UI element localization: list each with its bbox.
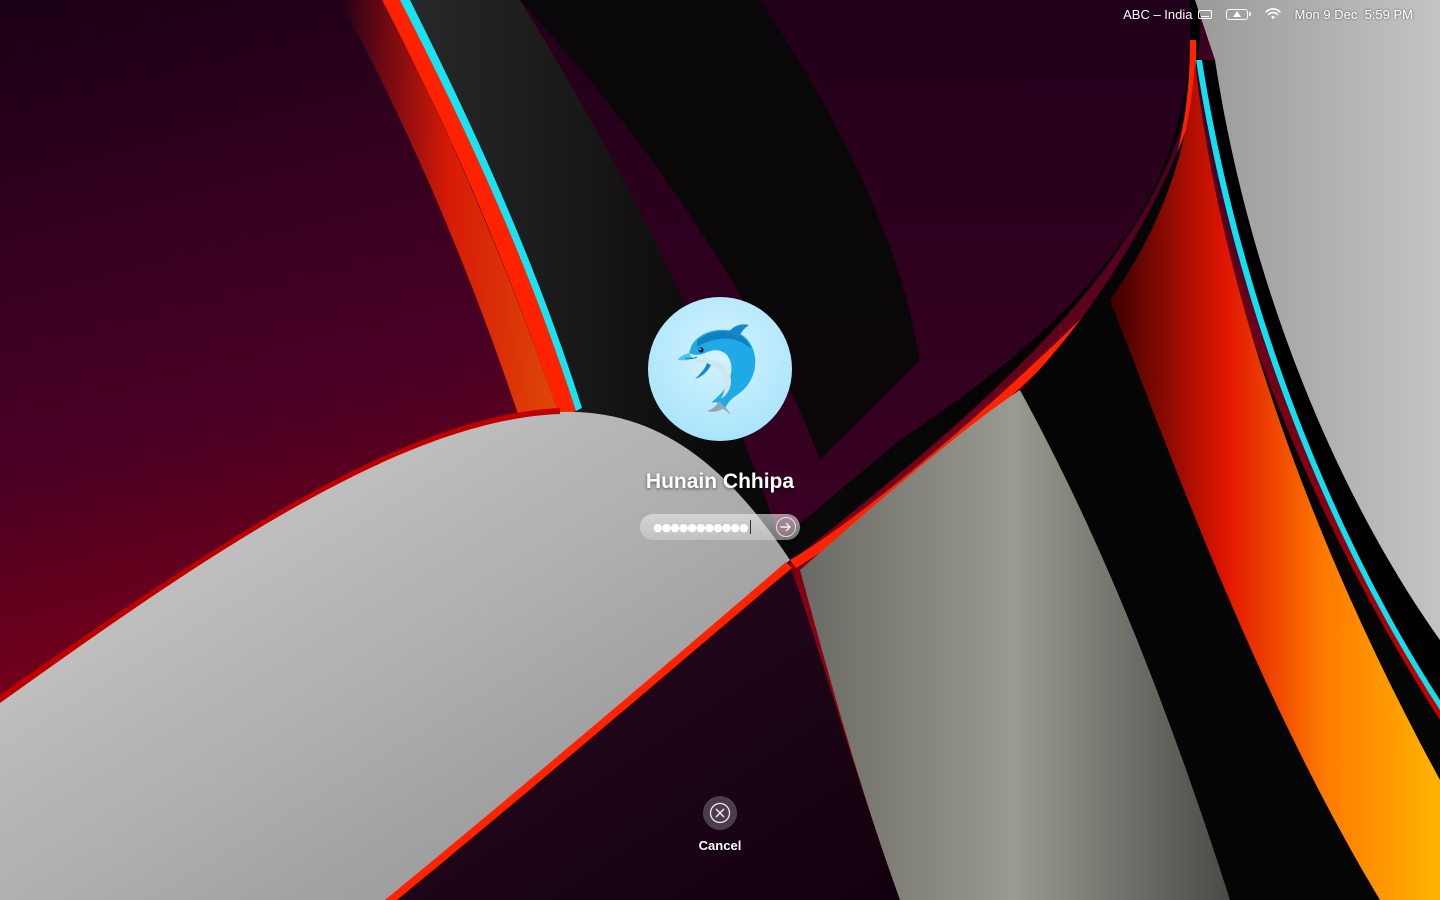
battery-status[interactable] [1219,0,1258,28]
wifi-status[interactable] [1258,0,1288,28]
text-caret [749,520,751,534]
input-source-label: ABC – India [1123,6,1193,22]
submit-password-button[interactable] [776,517,796,537]
date-time-label: Mon 9 Dec 5:59 PM [1294,6,1414,22]
login-screen: ABC – India Mon 9 Dec 5:59 PM Hunain Chh… [0,0,1440,900]
arrow-right-circle-icon [780,522,791,532]
input-source-menu[interactable]: ABC – India [1116,0,1218,28]
battery-warning-icon [1225,8,1251,20]
user-name: Hunain Chhipa [645,470,795,493]
keyboard-icon [1197,9,1212,19]
menu-bar: ABC – India Mon 9 Dec 5:59 PM [1116,0,1440,28]
cancel-label[interactable]: Cancel [660,838,780,853]
close-circle-icon [709,802,731,824]
user-avatar[interactable] [648,297,792,441]
password-masked-text: ●●●●●●●●●●● [653,520,749,534]
desktop-wallpaper [0,0,1440,900]
dolphin-icon [678,324,756,415]
password-field[interactable]: ●●●●●●●●●●● [640,514,800,540]
wifi-icon [1264,8,1281,20]
cancel-button[interactable] [703,796,737,830]
clock[interactable]: Mon 9 Dec 5:59 PM [1288,0,1421,28]
